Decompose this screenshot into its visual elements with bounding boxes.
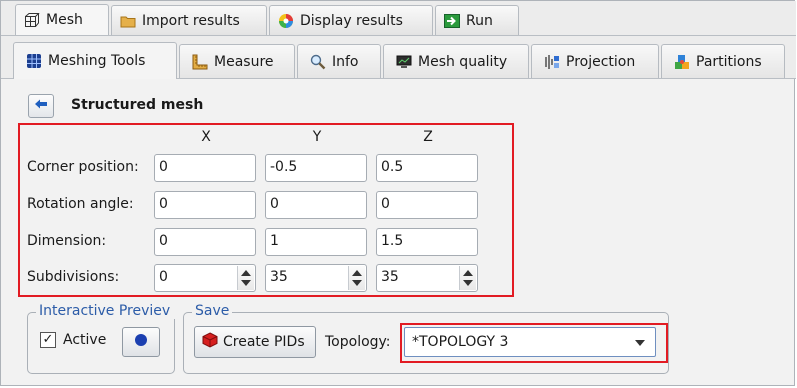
topology-label: Topology: xyxy=(325,334,391,350)
magnifier-icon xyxy=(310,54,326,70)
spinner-arrows[interactable] xyxy=(459,266,476,290)
topology-selected-value: *TOPOLOGY 3 xyxy=(412,334,509,350)
tab-label: Display results xyxy=(300,12,403,29)
tab-label: Partitions xyxy=(696,53,762,70)
corner-position-label: Corner position: xyxy=(27,159,139,175)
run-arrow-icon xyxy=(444,13,460,29)
spin-up-icon[interactable] xyxy=(463,270,473,276)
spin-down-icon[interactable] xyxy=(463,280,473,286)
dimension-x-input[interactable]: 0 xyxy=(154,228,256,256)
spinner-value: 35 xyxy=(270,269,288,285)
rotation-angle-z-input[interactable]: 0 xyxy=(376,191,478,219)
topology-select[interactable]: *TOPOLOGY 3 xyxy=(404,327,656,357)
active-checkbox[interactable]: ✓ xyxy=(40,332,56,348)
rotation-angle-y-input[interactable]: 0 xyxy=(265,191,367,219)
tab-label: Import results xyxy=(142,12,240,29)
mesh-tools-icon xyxy=(26,53,42,69)
tab-measure[interactable]: Measure xyxy=(179,44,295,78)
spin-up-icon[interactable] xyxy=(352,270,362,276)
spinner-value: 35 xyxy=(381,269,399,285)
tab-run[interactable]: Run xyxy=(435,5,519,35)
column-header-x: X xyxy=(201,129,211,145)
tab-mesh[interactable]: Mesh xyxy=(15,4,109,35)
window-frame: Mesh Import results Display results Run xyxy=(0,0,796,386)
spinner-arrows[interactable] xyxy=(237,266,254,290)
spin-down-icon[interactable] xyxy=(352,280,362,286)
tab-label: Mesh quality xyxy=(418,53,508,70)
spinner-value: 0 xyxy=(159,269,168,285)
subdivisions-z-spinner[interactable]: 35 xyxy=(376,264,478,292)
rotation-angle-x-input[interactable]: 0 xyxy=(154,191,256,219)
subdivisions-y-spinner[interactable]: 35 xyxy=(265,264,367,292)
spin-up-icon[interactable] xyxy=(241,270,251,276)
back-arrow-icon xyxy=(34,98,48,114)
section-title: Structured mesh xyxy=(71,97,204,113)
color-wheel-icon xyxy=(278,13,294,29)
active-checkbox-label: Active xyxy=(63,332,107,348)
subdivisions-label: Subdivisions: xyxy=(27,269,120,285)
interactive-preview-legend: Interactive Previev xyxy=(36,303,178,319)
mesh-grid-icon xyxy=(24,12,40,28)
spinner-arrows[interactable] xyxy=(348,266,365,290)
column-header-z: Z xyxy=(423,129,433,145)
dimension-label: Dimension: xyxy=(27,233,107,249)
projection-icon xyxy=(544,54,560,70)
back-button[interactable] xyxy=(28,94,54,118)
corner-position-y-input[interactable]: -0.5 xyxy=(265,154,367,182)
corner-position-z-input[interactable]: 0.5 xyxy=(376,154,478,182)
tab-label: Measure xyxy=(214,53,274,70)
sub-tab-bar: Meshing Tools Measure Info Mesh quality … xyxy=(1,36,796,79)
tab-label: Run xyxy=(466,12,493,29)
tab-display-results[interactable]: Display results xyxy=(269,5,433,35)
red-cube-icon xyxy=(202,332,218,352)
tab-meshing-tools[interactable]: Meshing Tools xyxy=(13,42,177,79)
tab-mesh-quality[interactable]: Mesh quality xyxy=(383,44,529,78)
monitor-icon xyxy=(396,54,412,70)
top-tab-bar: Mesh Import results Display results Run xyxy=(1,1,796,36)
chevron-down-icon[interactable] xyxy=(635,340,645,346)
subdivisions-x-spinner[interactable]: 0 xyxy=(154,264,256,292)
rotation-angle-label: Rotation angle: xyxy=(27,196,134,212)
corner-position-x-input[interactable]: 0 xyxy=(154,154,256,182)
create-pids-label: Create PIDs xyxy=(223,334,305,350)
tab-partitions[interactable]: Partitions xyxy=(661,44,785,78)
tab-label: Info xyxy=(332,53,359,70)
tab-label: Meshing Tools xyxy=(48,53,146,69)
create-pids-button[interactable]: Create PIDs xyxy=(194,326,316,358)
tab-info[interactable]: Info xyxy=(297,44,381,78)
spin-down-icon[interactable] xyxy=(241,280,251,286)
tab-import-results[interactable]: Import results xyxy=(111,5,267,35)
blue-dot-icon xyxy=(134,333,148,351)
column-header-y: Y xyxy=(312,129,322,145)
dimension-z-input[interactable]: 1.5 xyxy=(376,228,478,256)
ruler-icon xyxy=(192,54,208,70)
save-legend: Save xyxy=(192,303,233,319)
dimension-y-input[interactable]: 1 xyxy=(265,228,367,256)
tab-label: Projection xyxy=(566,53,636,70)
tab-projection[interactable]: Projection xyxy=(531,44,659,78)
tab-label: Mesh xyxy=(46,12,83,28)
folder-icon xyxy=(120,13,136,29)
preview-color-button[interactable] xyxy=(122,327,160,357)
puzzle-icon xyxy=(674,54,690,70)
